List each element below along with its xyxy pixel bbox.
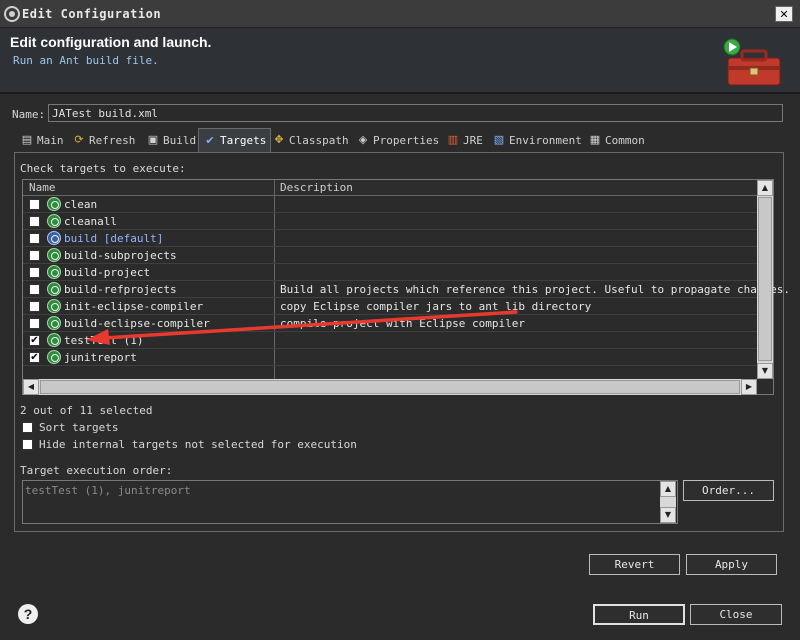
selected-count: 2 out of 11 selected <box>20 404 153 417</box>
ant-default-target-icon <box>47 231 61 245</box>
name-field[interactable] <box>48 104 783 122</box>
target-checkbox[interactable] <box>29 301 40 312</box>
target-checkbox[interactable] <box>29 199 40 210</box>
tab-targets[interactable]: ✔ Targets <box>198 128 272 152</box>
ant-target-icon <box>47 248 61 262</box>
tab-common[interactable]: ▦ Common <box>584 128 649 152</box>
revert-button[interactable]: Revert <box>589 554 680 575</box>
ant-target-icon <box>47 299 61 313</box>
target-name: junitreport <box>64 351 137 364</box>
order-button[interactable]: Order... <box>683 480 774 501</box>
tab-environment[interactable]: ▧ Environment <box>488 128 586 152</box>
targets-icon: ✔ <box>205 133 215 147</box>
tab-build[interactable]: ▣ Build <box>142 128 200 152</box>
ant-target-icon <box>47 350 61 364</box>
ant-target-icon <box>47 333 61 347</box>
table-row[interactable]: build-subprojects <box>23 247 757 264</box>
target-checkbox[interactable] <box>29 284 40 295</box>
header-separator <box>0 92 800 94</box>
target-checkbox[interactable] <box>29 318 40 329</box>
properties-icon: ◈ <box>358 133 368 146</box>
target-checkbox[interactable] <box>29 233 40 244</box>
name-label: Name: <box>12 108 46 121</box>
target-name: build-project <box>64 266 151 279</box>
annotation-arrow <box>86 310 518 345</box>
header-subtitle: Run an Ant build file. <box>13 54 159 67</box>
build-icon: ▣ <box>147 133 159 146</box>
column-description[interactable]: Description <box>280 181 353 194</box>
table-row[interactable]: cleanall <box>23 213 757 230</box>
tab-refresh[interactable]: ⟳ Refresh <box>68 128 139 152</box>
apply-button[interactable]: Apply <box>686 554 777 575</box>
classpath-icon: ✥ <box>274 133 284 146</box>
table-header: Name Description <box>23 180 757 196</box>
tab-jre[interactable]: ▥ JRE <box>442 128 487 152</box>
ant-toolbox-icon <box>723 38 781 86</box>
target-name: cleanall <box>64 215 117 228</box>
horizontal-scroll-thumb[interactable] <box>40 380 740 394</box>
target-name: build-subprojects <box>64 249 177 262</box>
hide-internal-label: Hide internal targets not selected for e… <box>39 438 357 451</box>
vertical-scroll-thumb[interactable] <box>758 197 772 361</box>
order-scroll-down-icon[interactable]: ▼ <box>660 507 676 523</box>
help-icon[interactable]: ? <box>18 604 38 624</box>
table-row[interactable]: build [default] <box>23 230 757 247</box>
order-scroll-up-icon[interactable]: ▲ <box>660 481 676 497</box>
target-checkbox-checked[interactable]: ✔ <box>29 352 40 363</box>
jre-icon: ▥ <box>447 133 459 146</box>
ant-target-icon <box>47 265 61 279</box>
header-title: Edit configuration and launch. <box>10 34 212 50</box>
hide-internal-option[interactable]: Hide internal targets not selected for e… <box>22 438 357 451</box>
sort-targets-checkbox[interactable] <box>22 422 33 433</box>
scroll-right-arrow-icon[interactable]: ▶ <box>741 379 757 395</box>
target-name: clean <box>64 198 98 211</box>
target-name: build-refprojects <box>64 283 177 296</box>
window-title: Edit Configuration <box>22 7 162 21</box>
sort-targets-option[interactable]: Sort targets <box>22 421 118 434</box>
scroll-down-arrow-icon[interactable]: ▼ <box>757 363 773 379</box>
close-button[interactable]: Close <box>690 604 782 625</box>
run-button[interactable]: Run <box>593 604 685 625</box>
target-name: build [default] <box>64 232 164 245</box>
refresh-icon: ⟳ <box>74 133 84 146</box>
execution-order-label: Target execution order: <box>20 464 173 477</box>
ant-target-icon <box>47 316 61 330</box>
column-name[interactable]: Name <box>29 181 56 194</box>
ant-target-icon <box>47 197 61 211</box>
tab-classpath[interactable]: ✥ Classpath <box>268 128 353 152</box>
target-checkbox[interactable] <box>29 250 40 261</box>
target-description: Build all projects which reference this … <box>280 283 790 296</box>
execution-order-value: testTest (1), junitreport <box>25 484 191 497</box>
ant-target-icon <box>47 214 61 228</box>
tab-bar: ▤ Main ⟳ Refresh ▣ Build ✔ Targets ✥ Classpat… <box>14 128 784 152</box>
ant-target-icon <box>47 282 61 296</box>
eclipse-icon <box>4 6 20 22</box>
table-row[interactable]: clean <box>23 196 757 213</box>
table-row[interactable]: build-refprojects Build all projects whi… <box>23 281 790 298</box>
target-checkbox-checked[interactable]: ✔ <box>29 335 40 346</box>
common-icon: ▦ <box>589 133 601 146</box>
main-icon: ▤ <box>21 133 33 146</box>
target-checkbox[interactable] <box>29 216 40 227</box>
target-checkbox[interactable] <box>29 267 40 278</box>
close-window-button[interactable]: ✕ <box>775 6 793 22</box>
scroll-left-arrow-icon[interactable]: ◀ <box>23 379 39 395</box>
scroll-up-arrow-icon[interactable]: ▲ <box>757 180 773 196</box>
environment-icon: ▧ <box>493 133 505 146</box>
tab-properties[interactable]: ◈ Properties <box>352 128 443 152</box>
targets-heading: Check targets to execute: <box>20 162 186 175</box>
tab-main[interactable]: ▤ Main <box>16 128 68 152</box>
hide-internal-checkbox[interactable] <box>22 439 33 450</box>
table-row[interactable]: ✔ junitreport <box>23 349 757 366</box>
sort-targets-label: Sort targets <box>39 421 119 434</box>
table-row[interactable]: build-project <box>23 264 757 281</box>
